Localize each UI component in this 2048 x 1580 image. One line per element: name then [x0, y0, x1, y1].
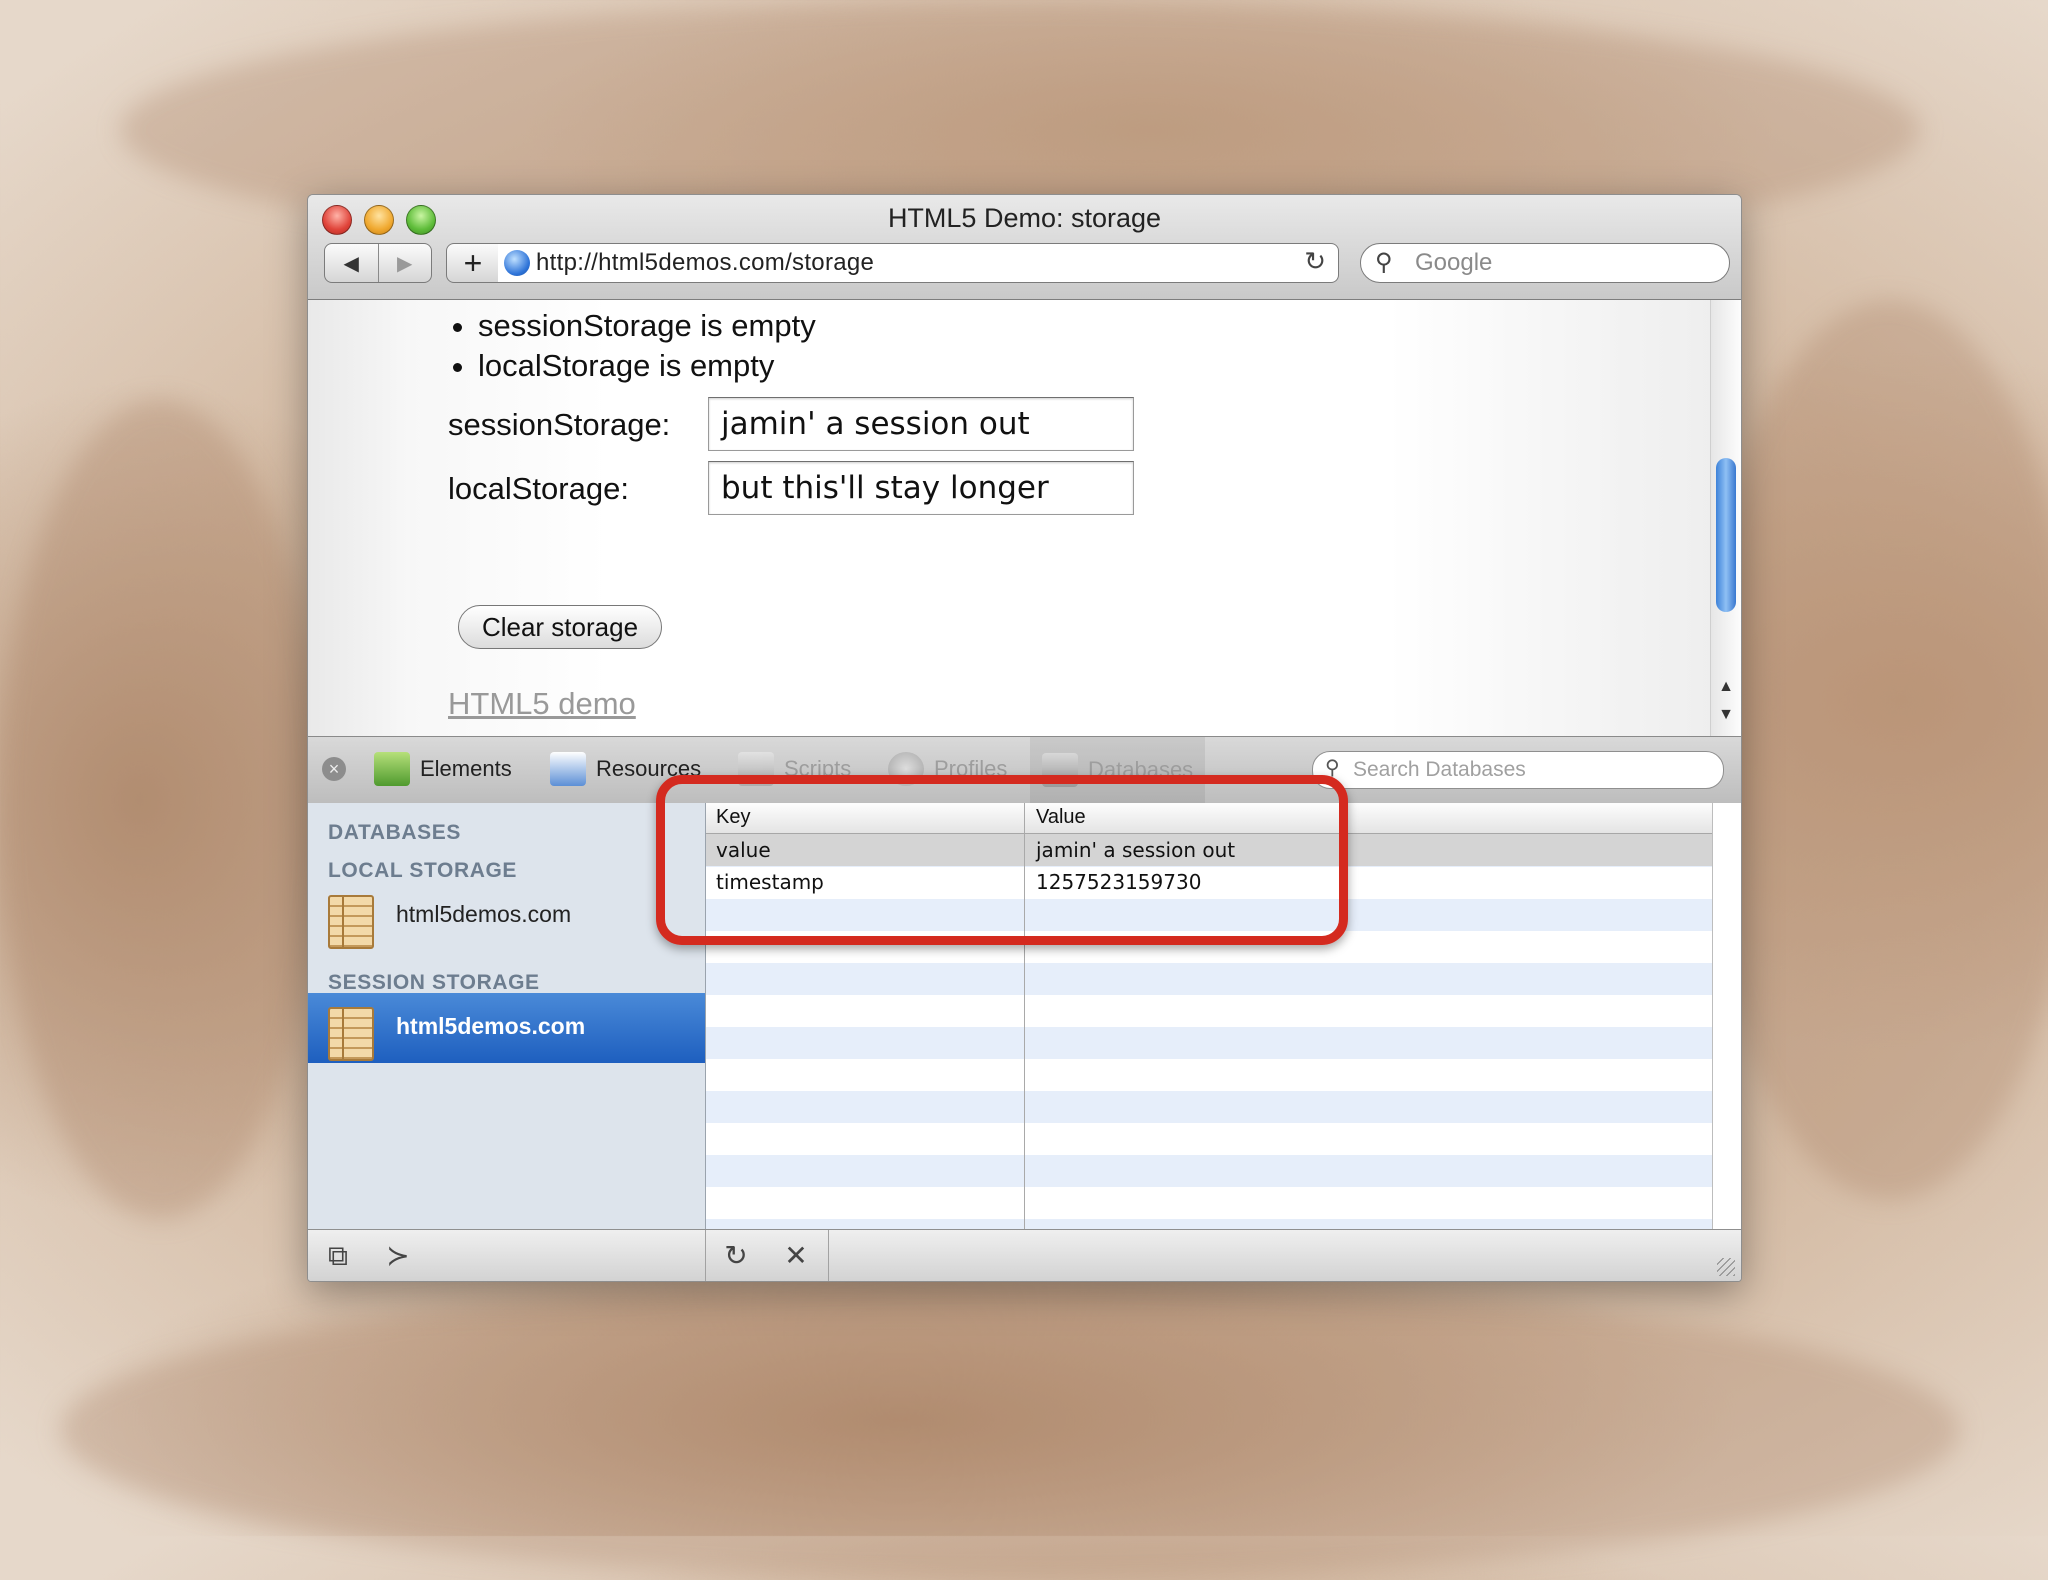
reload-icon[interactable]: ↻	[1304, 246, 1326, 277]
nav-buttons: ◀ ▶	[324, 243, 432, 283]
resize-grip-icon[interactable]	[1717, 1258, 1735, 1276]
inspector-status-bar: ⧉ ≻ ↻ ✕	[308, 1229, 1741, 1281]
background-cookie-right	[1700, 300, 2048, 1200]
background-cookie-left	[0, 400, 320, 1220]
back-button[interactable]: ◀	[325, 244, 378, 282]
dock-icon[interactable]: ⧉	[318, 1236, 358, 1276]
globe-icon	[504, 250, 530, 276]
search-databases-field[interactable]: ⚲ Search Databases	[1312, 751, 1724, 789]
search-icon: ⚲	[1375, 249, 1393, 276]
session-storage-input[interactable]: jamin' a session out	[708, 397, 1134, 451]
sidebar-item-local-html5demos[interactable]: html5demos.com	[308, 881, 705, 951]
forward-button[interactable]: ▶	[377, 244, 432, 282]
search-databases-placeholder: Search Databases	[1353, 758, 1526, 781]
sidebar-item-session-html5demos[interactable]: html5demos.com	[308, 993, 705, 1063]
tab-elements[interactable]: Elements	[374, 745, 512, 793]
database-icon	[328, 895, 374, 949]
storage-status-list: sessionStorage is empty localStorage is …	[448, 306, 816, 386]
list-item: sessionStorage is empty	[478, 306, 816, 346]
elements-icon	[374, 752, 410, 786]
address-bar[interactable]: http://html5demos.com/storage ↻	[498, 243, 1339, 283]
scrollbar-thumb[interactable]	[1716, 458, 1736, 612]
resources-icon	[550, 752, 586, 786]
scroll-up-icon[interactable]: ▲	[1711, 678, 1741, 706]
local-storage-label: localStorage:	[448, 471, 629, 506]
page-content: sessionStorage is empty localStorage is …	[308, 300, 1741, 736]
database-icon	[328, 1007, 374, 1061]
page-scrollbar[interactable]: ▲ ▼	[1710, 300, 1741, 736]
status-divider	[828, 1230, 829, 1281]
plus-icon: +	[463, 244, 483, 281]
window-title: HTML5 Demo: storage	[887, 203, 1162, 233]
clear-storage-button[interactable]: Clear storage	[458, 605, 662, 649]
highlight-annotation	[656, 775, 1348, 945]
close-icon[interactable]: ×	[322, 757, 346, 781]
local-storage-input[interactable]: but this'll stay longer	[708, 461, 1134, 515]
search-placeholder: Google	[1415, 249, 1493, 276]
databases-heading: DATABASES	[328, 821, 461, 844]
sidebar-item-label: html5demos.com	[396, 1013, 586, 1039]
grid-scrollbar[interactable]	[1712, 803, 1741, 1229]
local-storage-heading: LOCAL STORAGE	[328, 859, 518, 882]
delete-icon[interactable]: ✕	[776, 1236, 816, 1276]
list-item: localStorage is empty	[478, 346, 816, 386]
browser-window: HTML5 Demo: storage ◀ ▶ + http://html5de…	[307, 194, 1742, 1282]
session-storage-heading: SESSION STORAGE	[328, 971, 540, 994]
google-search-field[interactable]: ⚲ Google	[1360, 243, 1730, 283]
forward-arrow-icon: ▶	[397, 252, 413, 275]
html5-demo-link[interactable]: HTML5 demo	[448, 686, 636, 722]
background-cookie-bottom	[60, 1280, 1960, 1580]
sidebar-item-label: html5demos.com	[396, 901, 572, 927]
tab-label: Elements	[420, 756, 512, 781]
status-divider	[705, 1230, 706, 1281]
add-bookmark-button[interactable]: +	[446, 243, 500, 283]
back-arrow-icon: ◀	[343, 252, 359, 275]
scroll-down-icon[interactable]: ▼	[1711, 706, 1741, 734]
console-icon[interactable]: ≻	[378, 1236, 418, 1276]
url-text[interactable]: http://html5demos.com/storage	[536, 249, 874, 277]
storage-sidebar: DATABASES LOCAL STORAGE html5demos.com S…	[308, 803, 706, 1229]
title-bar: HTML5 Demo: storage ◀ ▶ + http://html5de…	[308, 195, 1741, 300]
refresh-icon[interactable]: ↻	[716, 1236, 756, 1276]
session-storage-label: sessionStorage:	[448, 407, 671, 442]
